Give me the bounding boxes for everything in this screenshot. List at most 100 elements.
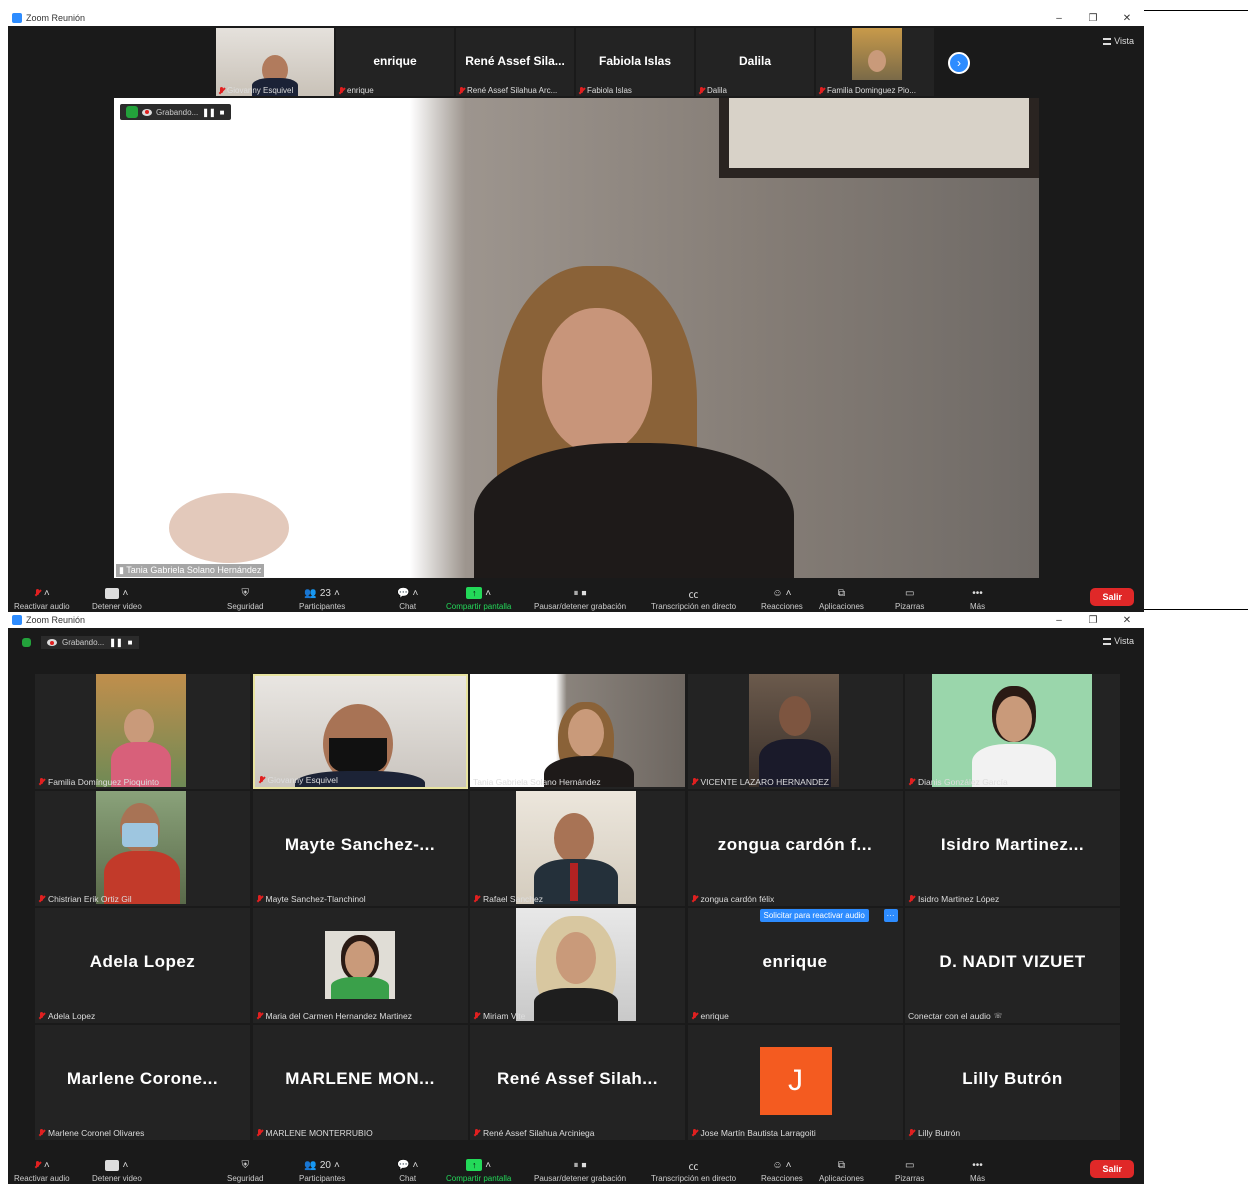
participant-tile[interactable]: Marlene Corone... Marlene Coronel Olivar… — [35, 1025, 250, 1140]
share-screen-button[interactable]: ↑ ˄ Compartir pantalla — [446, 1156, 511, 1183]
security-button[interactable]: ⛨ Seguridad — [227, 584, 263, 612]
participant-tile[interactable]: Adela Lopez Adela Lopez — [35, 908, 250, 1023]
request-unmute-button[interactable]: Solicitar para reactivar audio — [759, 909, 869, 922]
participant-name: Fabiola Islas — [587, 86, 632, 95]
participant-tile[interactable]: VICENTE LAZARO HERNANDEZ — [687, 674, 903, 789]
chevron-up-icon[interactable]: ˄ — [485, 588, 491, 599]
recording-indicator: Grabando... ❚❚ ■ — [16, 634, 145, 651]
participant-tile[interactable]: Lilly Butrón Lilly Butrón — [905, 1025, 1120, 1140]
leave-button[interactable]: Salir — [1090, 1160, 1134, 1178]
window-title: Zoom Reunión — [26, 615, 86, 625]
participant-tile[interactable]: Rafael Sanchez — [470, 791, 685, 906]
live-transcript-button[interactable]: ㏄ Transcripción en directo — [651, 1156, 736, 1184]
muted-mic-icon — [256, 1129, 263, 1137]
unmute-audio-button[interactable]: ˄ Reactivar audio — [14, 1156, 70, 1184]
participant-tile[interactable]: J Jose Martín Bautista Larragoiti — [687, 1025, 903, 1140]
next-page-button[interactable]: › — [948, 52, 970, 74]
more-options-icon[interactable]: ··· — [883, 909, 898, 922]
live-transcript-button[interactable]: ㏄ Transcripción en directo — [651, 584, 736, 612]
share-screen-button[interactable]: ↑ ˄ Compartir pantalla — [446, 584, 511, 611]
leave-button[interactable]: Salir — [1090, 588, 1134, 606]
pause-icon: ⏸ — [573, 1159, 579, 1171]
participants-button[interactable]: 👥 23 ˄ Participantes — [299, 584, 345, 612]
security-button[interactable]: ⛨ Seguridad — [227, 1156, 263, 1184]
close-icon[interactable]: ✕ — [1110, 615, 1144, 626]
reactions-button[interactable]: ☺ ˄ Reacciones — [761, 584, 803, 612]
whiteboards-button[interactable]: ▭ Pizarras — [895, 584, 924, 612]
thumbnail-tile[interactable]: René Assef Sila... René Assef Silahua Ar… — [456, 28, 574, 96]
view-button[interactable]: Vista — [1103, 636, 1134, 646]
more-button[interactable]: ••• Más — [970, 1156, 985, 1184]
chevron-up-icon[interactable]: ˄ — [334, 1160, 340, 1171]
thumbnail-tile[interactable]: Familia Dominguez Pio... — [816, 28, 934, 96]
whiteboards-button[interactable]: ▭ Pizarras — [895, 1156, 924, 1184]
stop-video-button[interactable]: ˄ Detener video — [92, 584, 142, 611]
participant-name: VICENTE LAZARO HERNANDEZ — [700, 777, 829, 787]
stop-recording-button[interactable]: ■ — [128, 638, 133, 647]
participant-tile[interactable]: Chistrian Erik Ortiz Gil — [35, 791, 250, 906]
participants-button[interactable]: 👥 20 ˄ Participantes — [299, 1156, 345, 1184]
chevron-up-icon[interactable]: ˄ — [786, 1160, 792, 1171]
pause-recording-button[interactable]: ❚❚ — [202, 108, 215, 117]
chevron-up-icon[interactable]: ˄ — [122, 1160, 128, 1171]
participant-tile[interactable]: René Assef Silah... René Assef Silahua A… — [470, 1025, 685, 1140]
chevron-up-icon[interactable]: ˄ — [412, 1160, 418, 1171]
stop-video-button[interactable]: ˄ Detener video — [92, 1156, 142, 1183]
restore-icon[interactable]: ❐ — [1076, 615, 1110, 626]
participant-tile[interactable]: Solicitar para reactivar audio ··· enriq… — [687, 908, 903, 1023]
stop-icon: ⏹ — [581, 1159, 587, 1171]
pause-stop-recording-button[interactable]: ⏸ ⏹ Pausar/detener grabación — [534, 584, 626, 612]
participant-name: Giovanny Esquivel — [267, 775, 338, 785]
thumbnail-tile[interactable]: Giovanny Esquivel — [216, 28, 334, 96]
participant-tile[interactable]: Isidro Martinez... Isidro Martinez López — [905, 791, 1120, 906]
chevron-up-icon[interactable]: ˄ — [786, 588, 792, 599]
close-icon[interactable]: ✕ — [1110, 13, 1144, 24]
chevron-up-icon[interactable]: ˄ — [485, 1160, 491, 1171]
reactions-button[interactable]: ☺ ˄ Reacciones — [761, 1156, 803, 1184]
participant-tile[interactable]: zongua cardón f... zongua cardón félix — [687, 791, 903, 906]
active-speaker-video — [114, 98, 1039, 578]
participant-tile[interactable]: MARLENE MON... MARLENE MONTERRUBIO — [252, 1025, 468, 1140]
view-button[interactable]: Vista — [1103, 36, 1134, 46]
participant-tile[interactable]: D. NADIT VIZUET Conectar con el audio ☏ — [905, 908, 1120, 1023]
shield-icon: ⛨ — [241, 1159, 249, 1171]
title-bar: Zoom Reunión – ❐ ✕ — [8, 612, 1144, 628]
chat-button[interactable]: 💬 ˄ Chat — [397, 1156, 418, 1184]
participant-display-name: D. NADIT VIZUET — [939, 952, 1086, 971]
recording-status: Grabando... — [62, 638, 105, 647]
phone-icon: ☏ — [993, 1013, 1003, 1020]
pause-recording-button[interactable]: ❚❚ — [109, 638, 122, 647]
apps-button[interactable]: ⧉ Aplicaciones — [819, 1156, 864, 1184]
chevron-up-icon[interactable]: ˄ — [334, 588, 340, 599]
participant-tile[interactable]: Maria del Carmen Hernandez Martinez — [252, 908, 468, 1023]
pause-stop-recording-button[interactable]: ⏸ ⏹ Pausar/detener grabación — [534, 1156, 626, 1184]
muted-mic-icon — [34, 589, 41, 597]
thumbnail-tile[interactable]: enrique enrique — [336, 28, 454, 96]
view-grid-icon — [1103, 37, 1112, 45]
minimize-icon[interactable]: – — [1042, 13, 1076, 24]
more-button[interactable]: ••• Más — [970, 584, 985, 612]
apps-button[interactable]: ⧉ Aplicaciones — [819, 584, 864, 612]
unmute-audio-button[interactable]: ˄ Reactivar audio — [14, 584, 70, 612]
chevron-up-icon[interactable]: ˄ — [412, 588, 418, 599]
participant-tile[interactable]: Dianis González García — [905, 674, 1120, 789]
chevron-up-icon[interactable]: ˄ — [44, 588, 50, 599]
participant-tile[interactable]: Tania Gabriela Solano Hernández — [470, 674, 685, 789]
chat-button[interactable]: 💬 ˄ Chat — [397, 584, 418, 612]
chevron-up-icon[interactable]: ˄ — [122, 588, 128, 599]
minimize-icon[interactable]: – — [1042, 615, 1076, 626]
title-bar: Zoom Reunión – ❐ ✕ — [8, 10, 1144, 26]
chevron-up-icon[interactable]: ˄ — [44, 1160, 50, 1171]
restore-icon[interactable]: ❐ — [1076, 13, 1110, 24]
participant-display-name: René Assef Silah... — [497, 1069, 658, 1088]
thumbnail-tile[interactable]: Fabiola Islas Fabiola Islas — [576, 28, 694, 96]
zoom-window-speaker-view: Zoom Reunión – ❐ ✕ Vista Giovanny Esquiv… — [8, 10, 1144, 612]
participant-tile[interactable]: Familia Domínguez Pioquinto — [35, 674, 250, 789]
meeting-toolbar: ˄ Reactivar audio ˄ Detener video ⛨ Segurid… — [8, 1150, 1144, 1184]
participant-tile-active-speaker[interactable]: Giovanny Esquivel — [252, 674, 468, 789]
stop-recording-button[interactable]: ■ — [220, 108, 225, 117]
participant-tile[interactable]: Mayte Sanchez-... Mayte Sanchez-Tlanchin… — [252, 791, 468, 906]
participant-tile[interactable]: Miriam Vite — [470, 908, 685, 1023]
muted-mic-icon — [473, 1129, 480, 1137]
thumbnail-tile[interactable]: Dalila Dalila — [696, 28, 814, 96]
